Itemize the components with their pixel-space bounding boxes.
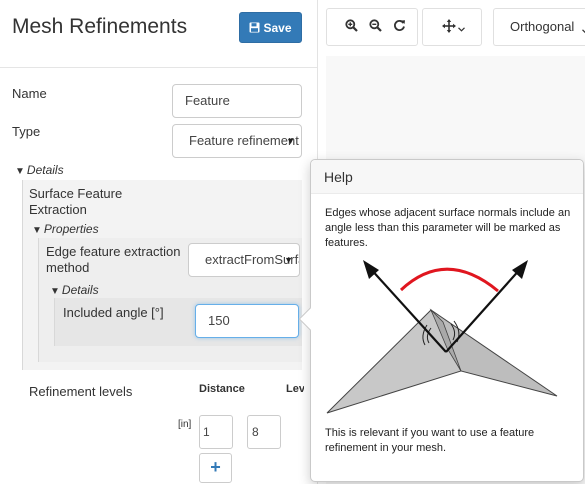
included-angle-input[interactable]: 150 — [195, 304, 299, 338]
unit-label: [in] — [178, 419, 192, 430]
help-popover: Help Edges whose adjacent surface normal… — [298, 159, 584, 482]
chevron-down-icon — [457, 20, 465, 35]
caret-down-icon: ▼ — [286, 136, 295, 146]
expand-triangle-icon: ▼ — [32, 225, 42, 236]
level-input[interactable]: 8 — [247, 415, 281, 449]
save-label: Save — [263, 20, 292, 35]
inner-details-toggle[interactable]: ▼ Details — [50, 283, 99, 297]
details-toggle[interactable]: ▼ Details — [15, 163, 64, 177]
edge-method-label: Edge feature extraction method — [46, 244, 181, 275]
name-label: Name — [12, 86, 47, 101]
expand-triangle-icon: ▼ — [15, 166, 25, 177]
refinement-levels-label: Refinement levels — [29, 384, 133, 399]
mesh-refinements-panel: Mesh Refinements Save Name Feature Type … — [0, 0, 318, 484]
expand-triangle-icon: ▼ — [50, 286, 60, 297]
details-label: Details — [26, 163, 64, 177]
edge-method-select[interactable]: extractFromSurface ▼ — [188, 243, 300, 277]
included-angle-diagram — [326, 260, 558, 414]
help-description: Edges whose adjacent surface normals inc… — [325, 207, 571, 249]
plus-icon: + — [210, 457, 221, 477]
zoom-out-icon — [368, 19, 382, 35]
distance-input[interactable]: 1 — [199, 415, 233, 449]
projection-value: Orthogonal — [510, 19, 575, 34]
help-title: Help — [324, 169, 353, 185]
header-divider — [0, 67, 317, 68]
type-select-value: Feature refinement — [189, 133, 299, 148]
help-note: This is relevant if you want to use a fe… — [325, 427, 535, 454]
zoom-group — [326, 8, 418, 46]
move-icon — [441, 18, 456, 36]
save-icon — [249, 22, 260, 33]
caret-down-icon: ▼ — [284, 255, 293, 265]
distance-header: Distance — [199, 383, 245, 395]
save-button[interactable]: Save — [239, 12, 302, 43]
type-label: Type — [12, 124, 41, 139]
viewport-toolbar: Orthogonal — [326, 0, 585, 56]
move-group — [422, 8, 482, 46]
surface-feature-label: Surface Feature Extraction — [29, 186, 123, 217]
type-select[interactable]: Feature refinement ▼ — [172, 124, 302, 158]
zoom-out-button[interactable] — [364, 9, 386, 45]
name-input[interactable]: Feature — [172, 84, 302, 118]
properties-toggle[interactable]: ▼ Properties — [32, 222, 99, 236]
move-button[interactable] — [435, 9, 471, 45]
included-angle-arc — [399, 267, 499, 293]
help-header: Help — [311, 160, 583, 194]
properties-label: Properties — [43, 222, 99, 236]
panel-title: Mesh Refinements — [12, 15, 188, 38]
inner-details-label: Details — [61, 283, 99, 297]
refresh-button[interactable] — [388, 9, 410, 45]
included-angle-label: Included angle [°] — [63, 305, 164, 320]
refresh-icon — [393, 19, 406, 35]
zoom-in-icon — [344, 19, 358, 35]
projection-select[interactable]: Orthogonal — [493, 8, 585, 46]
zoom-in-button[interactable] — [340, 9, 362, 45]
level-header: Level — [286, 383, 304, 395]
add-level-button[interactable]: + — [199, 453, 232, 483]
